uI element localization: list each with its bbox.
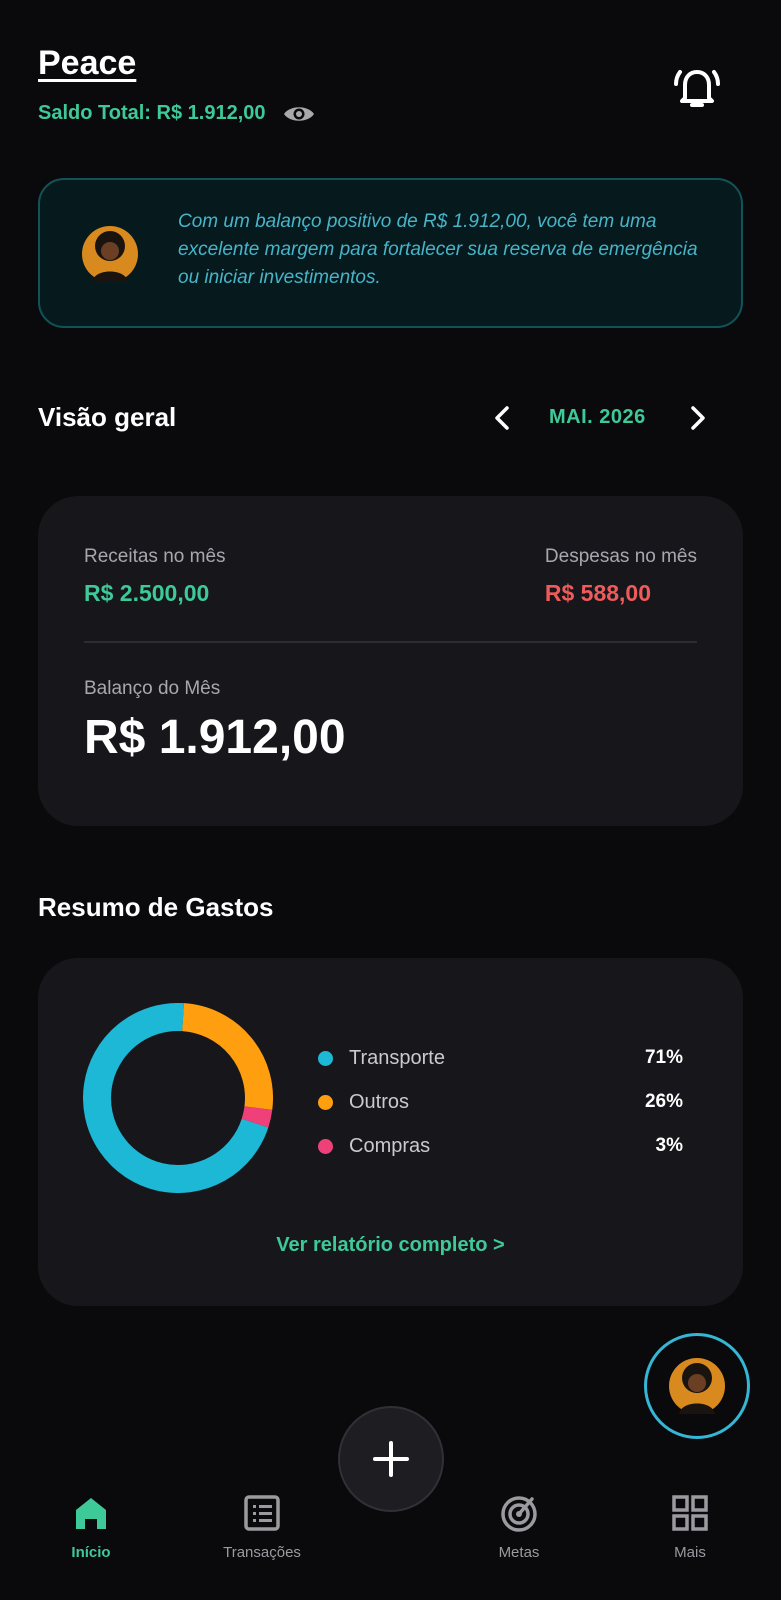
insight-message: Com um balanço positivo de R$ 1.912,00, … (178, 211, 698, 288)
total-balance-text: Saldo Total: R$ 1.912,00 (38, 102, 266, 124)
user-name: Peace (38, 44, 137, 82)
full-report-link[interactable]: Ver relatório completo > (38, 1234, 743, 1257)
legend-category-percent: 26% (644, 1091, 683, 1112)
spending-summary-title: Resumo de Gastos (38, 892, 274, 922)
legend-color-dot (318, 1094, 333, 1110)
nav-label: Mais (674, 1544, 706, 1561)
chevron-right-icon[interactable] (686, 402, 710, 434)
spending-legend: Transporte 71% Outros 26% Compras 3% (318, 1036, 698, 1168)
expense-label: Despesas no mês (544, 546, 697, 567)
legend-color-dot (318, 1138, 333, 1154)
income-value: R$ 2.500,00 (84, 580, 210, 606)
target-icon (449, 1492, 589, 1534)
assistant-insight-card[interactable]: Com um balanço positivo de R$ 1.912,00, … (38, 178, 743, 328)
spending-donut-chart (83, 1003, 273, 1193)
home-icon (21, 1492, 161, 1534)
legend-category-percent: 71% (644, 1047, 683, 1068)
donut-slice-outros (181, 1003, 273, 1110)
month-selector-label[interactable]: MAI. 2026 (549, 406, 646, 429)
expense-value: R$ 588,00 (544, 580, 651, 606)
chevron-left-icon[interactable] (490, 402, 514, 434)
spending-summary-card: Transporte 71% Outros 26% Compras 3% Ver rela… (38, 958, 743, 1306)
nav-label: Metas (498, 1544, 540, 1561)
nav-label: Transações (223, 1544, 301, 1561)
assistant-avatar (82, 226, 138, 282)
divider (84, 641, 697, 643)
bell-ringing-icon[interactable] (670, 60, 724, 114)
nav-item-inicio[interactable]: Início (21, 1492, 161, 1561)
overview-title: Visão geral (38, 402, 177, 432)
plus-icon (373, 1441, 409, 1477)
monthly-summary-card: Receitas no mês R$ 2.500,00 Despesas no … (38, 496, 743, 826)
assistant-fab[interactable] (644, 1333, 750, 1439)
legend-item: Outros 26% (318, 1080, 698, 1124)
add-transaction-button[interactable] (338, 1406, 444, 1512)
nav-item-mais[interactable]: Mais (620, 1492, 760, 1561)
legend-category-name: Compras (349, 1134, 431, 1157)
legend-category-name: Transporte (349, 1046, 445, 1069)
legend-item: Transporte 71% (318, 1036, 698, 1080)
legend-category-percent: 3% (655, 1135, 683, 1156)
grid-icon (620, 1492, 760, 1534)
legend-item: Compras 3% (318, 1124, 698, 1168)
eye-icon[interactable] (282, 103, 316, 125)
month-balance-value: R$ 1.912,00 (84, 711, 346, 764)
list-icon (192, 1492, 332, 1534)
assistant-avatar (669, 1358, 725, 1414)
legend-color-dot (318, 1050, 333, 1066)
month-balance-label: Balanço do Mês (84, 678, 221, 699)
donut-slice-compras (241, 1106, 273, 1128)
nav-item-transacoes[interactable]: Transações (192, 1492, 332, 1561)
legend-category-name: Outros (349, 1090, 410, 1113)
nav-item-metas[interactable]: Metas (449, 1492, 589, 1561)
nav-label: Início (71, 1544, 111, 1561)
income-label: Receitas no mês (84, 546, 226, 567)
total-balance-row: Saldo Total: R$ 1.912,00 (38, 102, 316, 125)
